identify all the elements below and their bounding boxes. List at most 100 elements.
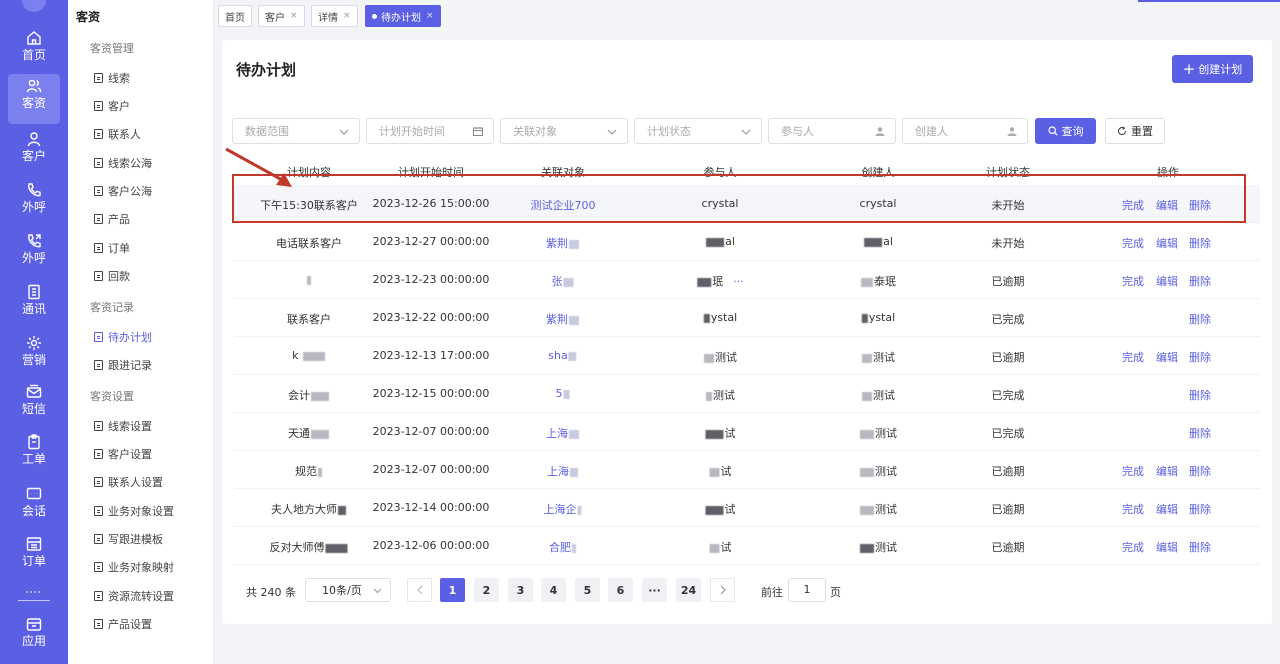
rail-item-home[interactable]: 首页 [0, 26, 68, 76]
edit-button[interactable]: 编辑 [1156, 463, 1178, 479]
complete-button[interactable]: 完成 [1122, 463, 1144, 479]
page-2[interactable]: 2 [474, 578, 499, 602]
complete-button[interactable]: 完成 [1122, 197, 1144, 213]
page-ellipsis[interactable]: ··· [642, 578, 667, 602]
delete-button[interactable]: 删除 [1189, 501, 1211, 517]
page-1[interactable]: 1 [440, 578, 465, 602]
cell-related-link[interactable]: 测试企业700 [531, 197, 596, 213]
person-icon [27, 132, 41, 147]
tab-detail[interactable]: 详情 × [311, 5, 358, 27]
subnav-item-product-settings[interactable]: 产品设置 [94, 616, 152, 632]
subnav-item-products[interactable]: 产品 [94, 211, 130, 227]
page-size-select[interactable]: 10条/页 [305, 578, 391, 602]
col-header-participant: 参与人 [703, 166, 737, 179]
goto-page-input[interactable]: 1 [788, 578, 826, 602]
edit-button[interactable]: 编辑 [1156, 539, 1178, 555]
subnav-item-todo-plans[interactable]: 待办计划 [94, 329, 152, 345]
page-6[interactable]: 6 [608, 578, 633, 602]
close-icon[interactable]: × [290, 11, 298, 21]
delete-button[interactable]: 删除 [1189, 387, 1211, 403]
cell-related-link[interactable]: 上海 [546, 425, 580, 441]
complete-button[interactable]: 完成 [1122, 235, 1144, 251]
subnav-item-customers[interactable]: 客户 [94, 98, 130, 114]
subnav-item-leads[interactable]: 线索 [94, 70, 130, 86]
subnav-item-customer-settings[interactable]: 客户设置 [94, 446, 152, 462]
delete-button[interactable]: 删除 [1189, 311, 1211, 327]
rail-item-marketing[interactable]: 营销 [0, 331, 68, 381]
data-range-select[interactable]: 数据范围 [232, 118, 360, 144]
subnav-item-lead-settings[interactable]: 线索设置 [94, 418, 152, 434]
query-button[interactable]: 查询 [1035, 118, 1096, 144]
subnav-item-customer-pool[interactable]: 客户公海 [94, 183, 152, 199]
cell-related-link[interactable]: 合肥 [549, 539, 577, 555]
reset-button[interactable]: 重置 [1105, 118, 1165, 144]
rail-item-sms[interactable]: 短信 [0, 380, 68, 430]
subnav-item-followup-template[interactable]: 写跟进模板 [94, 531, 163, 547]
cell-related-link[interactable]: 上海企 [544, 501, 583, 517]
app-icon [26, 618, 42, 631]
subnav-item-contacts[interactable]: 联系人 [94, 126, 141, 142]
edit-button[interactable]: 编辑 [1156, 501, 1178, 517]
creator-picker[interactable]: 创建人 [902, 118, 1028, 144]
chat-icon [26, 487, 42, 500]
cell-related-link[interactable]: sha [548, 349, 577, 362]
rail-item-contacts[interactable]: 通讯 [0, 280, 68, 330]
cell-start: 2023-12-07 00:00:00 [372, 463, 490, 476]
more-icon[interactable]: ··· [733, 275, 744, 288]
close-icon[interactable]: × [343, 11, 351, 21]
edit-button[interactable]: 编辑 [1156, 273, 1178, 289]
cell-participant: 试 [709, 539, 732, 555]
plan-status-select[interactable]: 计划状态 [634, 118, 762, 144]
subnav-item-follow-ups[interactable]: 跟进记录 [94, 357, 152, 373]
subnav-item-lead-pool[interactable]: 线索公海 [94, 155, 152, 171]
cell-related-link[interactable]: 紫荆 [546, 235, 580, 251]
tab-home[interactable]: 首页 [218, 5, 252, 27]
table-row: k 2023-12-13 17:00:00 sha 测试 测试 已逾期 完成 编… [234, 337, 1260, 375]
cell-related-link[interactable]: 紫荆 [546, 311, 580, 327]
subnav-item-contact-settings[interactable]: 联系人设置 [94, 474, 163, 490]
edit-button[interactable]: 编辑 [1156, 235, 1178, 251]
create-plan-button[interactable]: + 创建计划 [1172, 55, 1253, 83]
next-page-button[interactable] [710, 578, 735, 602]
delete-button[interactable]: 删除 [1189, 463, 1211, 479]
cell-related-link[interactable]: 张 [552, 273, 575, 289]
tab-customer[interactable]: 客户 × [258, 5, 305, 27]
rail-item-leads[interactable]: 客资 [8, 74, 60, 124]
rail-item-customer[interactable]: 客户 [0, 127, 68, 177]
close-icon[interactable]: × [426, 11, 434, 21]
cell-related-link[interactable]: 5 [556, 387, 571, 400]
prev-page-button[interactable] [407, 578, 432, 602]
edit-button[interactable]: 编辑 [1156, 349, 1178, 365]
edit-button[interactable]: 编辑 [1156, 197, 1178, 213]
rail-item-outbound[interactable]: 外呼 [0, 178, 68, 228]
subnav-item-payments[interactable]: 回款 [94, 268, 130, 284]
complete-button[interactable]: 完成 [1122, 349, 1144, 365]
delete-button[interactable]: 删除 [1189, 349, 1211, 365]
cell-related-link[interactable]: 上海 [547, 463, 579, 479]
delete-button[interactable]: 删除 [1189, 197, 1211, 213]
subnav-item-object-settings[interactable]: 业务对象设置 [94, 503, 174, 519]
delete-button[interactable]: 删除 [1189, 425, 1211, 441]
related-object-select[interactable]: 关联对象 [500, 118, 628, 144]
tab-todo-plans[interactable]: 待办计划 × [365, 5, 441, 27]
page-4[interactable]: 4 [541, 578, 566, 602]
rail-item-chat[interactable]: 会话 [0, 482, 68, 532]
subnav-item-object-mapping[interactable]: 业务对象映射 [94, 559, 174, 575]
subnav-item-orders[interactable]: 订单 [94, 240, 130, 256]
delete-button[interactable]: 删除 [1189, 235, 1211, 251]
rail-item-orders[interactable]: 订单 [0, 532, 68, 582]
delete-button[interactable]: 删除 [1189, 273, 1211, 289]
start-time-picker[interactable]: 计划开始时间 [366, 118, 494, 144]
rail-item-outbound-2[interactable]: 外呼 [0, 229, 68, 279]
participant-picker[interactable]: 参与人 [768, 118, 896, 144]
page-5[interactable]: 5 [575, 578, 600, 602]
rail-item-tickets[interactable]: 工单 [0, 430, 68, 480]
complete-button[interactable]: 完成 [1122, 539, 1144, 555]
rail-item-apps[interactable]: 应用 [0, 612, 68, 662]
page-24[interactable]: 24 [676, 578, 701, 602]
delete-button[interactable]: 删除 [1189, 539, 1211, 555]
complete-button[interactable]: 完成 [1122, 501, 1144, 517]
subnav-item-resource-flow[interactable]: 资源流转设置 [94, 588, 174, 604]
complete-button[interactable]: 完成 [1122, 273, 1144, 289]
page-3[interactable]: 3 [508, 578, 533, 602]
